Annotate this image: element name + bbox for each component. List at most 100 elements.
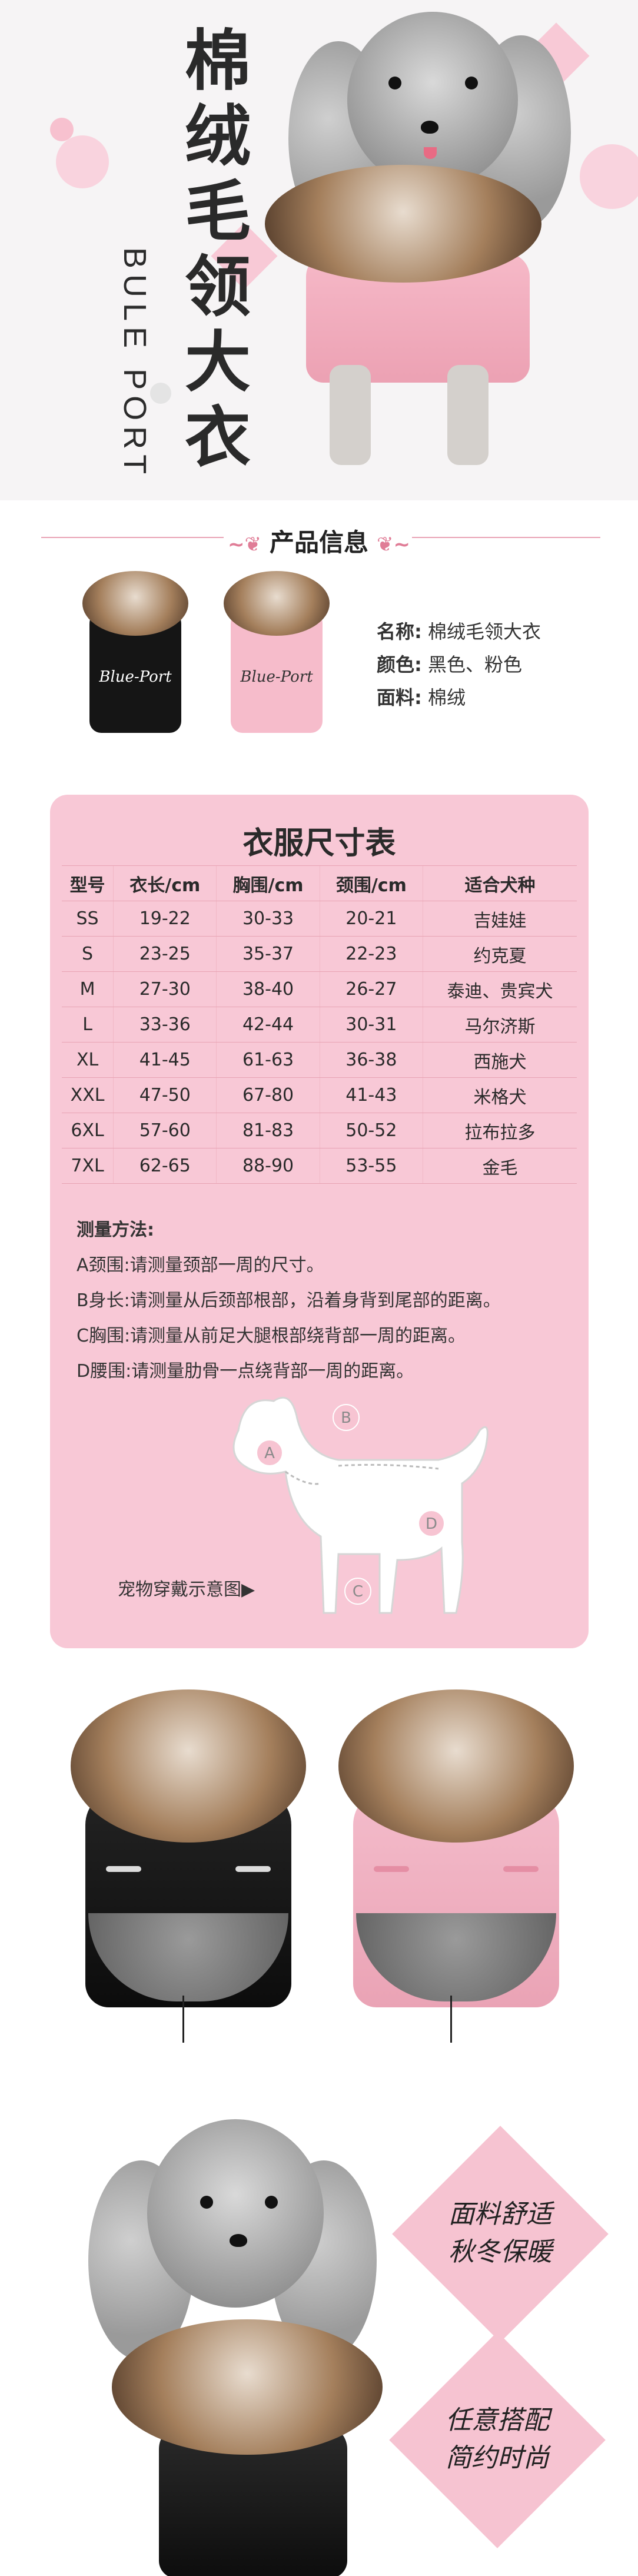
table-cell: 88-90	[216, 1148, 320, 1184]
table-header-row: 型号 衣长/cm 胸围/cm 颈围/cm 适合犬种	[62, 865, 577, 901]
deco-circle	[56, 135, 109, 188]
attr-key: 名称:	[377, 620, 422, 643]
table-cell: 23-25	[113, 936, 217, 972]
table-row: SS 19-22 30-33 20-21 吉娃娃	[62, 901, 577, 937]
coats-photo-section	[0, 1654, 638, 2096]
table-cell: 57-60	[113, 1113, 217, 1148]
table-row: 6XL 57-60 81-83 50-52 拉布拉多	[62, 1113, 577, 1148]
callout-line: 任意搭配	[446, 2405, 549, 2435]
table-cell: 金毛	[422, 1148, 577, 1184]
dog-eye	[265, 2196, 278, 2209]
column-header: 颈围/cm	[319, 865, 423, 901]
table-cell: 6XL	[62, 1113, 114, 1148]
attr-key: 面料:	[377, 686, 422, 709]
sleeve-stripe	[106, 1866, 141, 1872]
model-dog-section: 面料舒适 秋冬保暖 任意搭配 简约时尚	[0, 2096, 638, 2576]
product-info-section: ~❦ 产品信息 ❦~ Blue-Port Blue-Port 名称: 棉绒毛领大衣 …	[0, 500, 638, 783]
hero-banner: BULE PORT 棉 绒 毛 领 大 衣	[0, 0, 638, 500]
dog-eye	[465, 77, 478, 89]
title-char: 棉	[185, 22, 251, 99]
column-header: 衣长/cm	[113, 865, 217, 901]
attr-row: 面料: 棉绒	[377, 681, 541, 714]
table-cell: 27-30	[113, 971, 217, 1007]
swirl-icon: ❦~	[377, 533, 410, 556]
table-cell: 41-43	[319, 1077, 423, 1113]
dog-leg	[447, 365, 489, 465]
table-cell: 61-63	[216, 1042, 320, 1078]
table-cell: 42-44	[216, 1007, 320, 1043]
table-cell: 50-52	[319, 1113, 423, 1148]
table-cell: 马尔济斯	[422, 1007, 577, 1043]
measurement-step: A颈围:请测量颈部一周的尺寸。	[77, 1255, 324, 1276]
dog-head	[147, 2119, 324, 2308]
fur-collar	[338, 1689, 574, 1843]
deco-circle	[50, 118, 74, 141]
dog-leg	[330, 365, 371, 465]
attr-value: 棉绒毛领大衣	[427, 620, 541, 643]
table-cell: 30-33	[216, 901, 320, 937]
pink-coat-thumbnail: Blue-Port	[218, 571, 335, 742]
table-cell: SS	[62, 901, 114, 937]
measure-badge-d: D	[418, 1510, 445, 1537]
table-cell: 22-23	[319, 936, 423, 972]
pink-coat-photo	[338, 1689, 574, 2054]
pocket-flap	[503, 1866, 539, 1872]
table-cell: 47-50	[113, 1077, 217, 1113]
table-cell: 38-40	[216, 971, 320, 1007]
table-cell: 19-22	[113, 901, 217, 937]
drawstring	[182, 1996, 194, 2043]
sleeve-stripe	[235, 1866, 271, 1872]
table-cell: XL	[62, 1042, 114, 1078]
table-cell: 7XL	[62, 1148, 114, 1184]
table-cell: 53-55	[319, 1148, 423, 1184]
table-row: L 33-36 42-44 30-31 马尔济斯	[62, 1007, 577, 1043]
table-cell: 67-80	[216, 1077, 320, 1113]
title-char: 衣	[185, 399, 251, 476]
attr-value: 黑色、粉色	[427, 653, 522, 676]
table-row: S 23-25 35-37 22-23 约克夏	[62, 936, 577, 972]
product-attributes: 名称: 棉绒毛领大衣 颜色: 黑色、粉色 面料: 棉绒	[377, 615, 541, 714]
table-cell: 西施犬	[422, 1042, 577, 1078]
measurement-step: B身长:请测量从后颈部根部，沿着身背到尾部的距离。	[77, 1290, 501, 1311]
table-cell: L	[62, 1007, 114, 1043]
fur-collar	[224, 571, 330, 636]
callout-line: 秋冬保暖	[448, 2237, 552, 2267]
callout-line: 简约时尚	[446, 2443, 549, 2473]
callout-line: 面料舒适	[448, 2199, 552, 2229]
attr-value: 棉绒	[427, 686, 466, 709]
table-cell: XXL	[62, 1077, 114, 1113]
measurement-step: C胸围:请测量从前足大腿根部绕背部一周的距离。	[77, 1326, 466, 1346]
table-cell: 33-36	[113, 1007, 217, 1043]
section-title: ~❦ 产品信息 ❦~	[0, 523, 638, 559]
swirl-icon: ~❦	[228, 533, 261, 556]
attr-row: 颜色: 黑色、粉色	[377, 648, 541, 681]
measure-badge-b: B	[333, 1404, 360, 1431]
table-cell: 41-45	[113, 1042, 217, 1078]
table-cell: 81-83	[216, 1113, 320, 1148]
column-header: 胸围/cm	[216, 865, 320, 901]
dog-nose	[230, 2234, 247, 2247]
product-title-vertical: 棉 绒 毛 领 大 衣	[177, 24, 259, 476]
title-char: 毛	[185, 173, 251, 250]
deco-circle	[150, 383, 171, 404]
section-title-text: 产品信息	[269, 528, 368, 557]
dog-head	[347, 12, 518, 188]
table-cell: 26-27	[319, 971, 423, 1007]
size-table: 型号 衣长/cm 胸围/cm 颈围/cm 适合犬种 SS 19-22 30-33 20…	[62, 865, 577, 1184]
size-panel: 衣服尺寸表 型号 衣长/cm 胸围/cm 颈围/cm 适合犬种 SS 19-22 3…	[50, 795, 589, 1648]
diagram-caption: 宠物穿戴示意图▶	[118, 1579, 255, 1600]
table-cell: 吉娃娃	[422, 901, 577, 937]
table-cell: 米格犬	[422, 1077, 577, 1113]
table-cell: 20-21	[319, 901, 423, 937]
title-char: 大	[185, 324, 251, 401]
table-cell: 30-31	[319, 1007, 423, 1043]
measurement-title: 测量方法:	[77, 1220, 154, 1240]
attr-key: 颜色:	[377, 653, 422, 676]
fur-collar	[265, 165, 541, 283]
column-header: 适合犬种	[422, 865, 577, 901]
coat-logo: Blue-Port	[99, 668, 172, 686]
table-cell: S	[62, 936, 114, 972]
brand-title-vertical: BULE PORT	[117, 247, 152, 480]
feature-callout: 任意搭配 简约时尚	[409, 2402, 586, 2477]
pocket-flap	[374, 1866, 409, 1872]
